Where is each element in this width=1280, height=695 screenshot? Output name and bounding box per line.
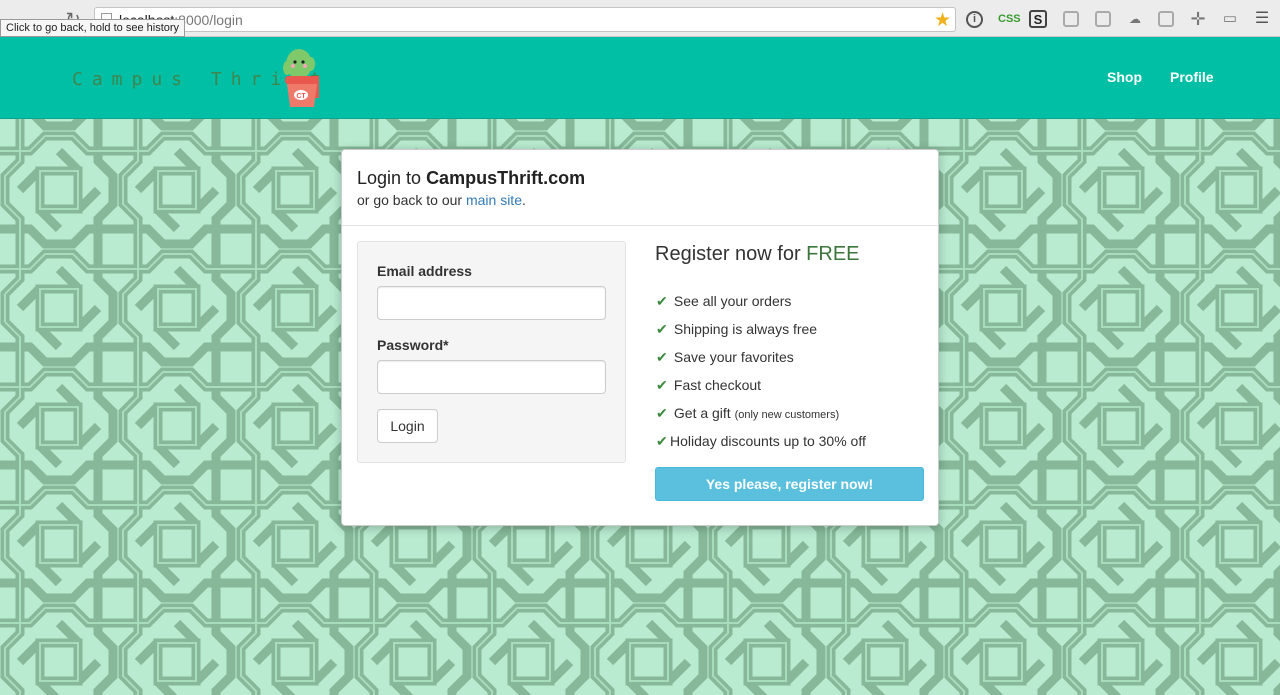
- login-button[interactable]: Login: [377, 409, 438, 443]
- tooltip: Click to go back, hold to see history: [0, 19, 186, 37]
- address-bar[interactable]: localhost:8000/login ★: [94, 7, 956, 32]
- email-field[interactable]: [377, 286, 606, 320]
- nav-profile[interactable]: Profile: [1170, 69, 1214, 85]
- site-header: Campus Thrift CT Shop Profile: [0, 37, 1280, 119]
- register-button[interactable]: Yes please, register now!: [655, 467, 924, 501]
- main-site-link[interactable]: main site: [466, 192, 522, 208]
- password-field[interactable]: [377, 360, 606, 394]
- check-icon: ✔: [656, 321, 668, 337]
- browser-toolbar: ← → ↻ localhost:8000/login ★ i CSS S ☁ ✛…: [0, 0, 1280, 37]
- email-label: Email address: [377, 263, 472, 279]
- crosshair-icon[interactable]: ✛: [1188, 9, 1208, 29]
- list-item: ✔ Shipping is always free: [656, 321, 818, 337]
- mascot-badge: CT: [296, 93, 306, 100]
- bookmark-star-icon[interactable]: ★: [934, 9, 951, 32]
- login-form: Email address Password* Login: [357, 241, 626, 463]
- register-title: Register now for FREE: [655, 243, 860, 265]
- cast-icon[interactable]: ▭: [1220, 9, 1240, 29]
- nav-shop[interactable]: Shop: [1107, 69, 1142, 85]
- panel-subtitle: or go back to our main site.: [357, 192, 526, 208]
- css-icon[interactable]: CSS: [998, 9, 1021, 29]
- panel-heading: Login to CampusThrift.com or go back to …: [342, 150, 938, 226]
- list-item: ✔ See all your orders: [656, 293, 792, 309]
- check-icon: ✔: [656, 377, 668, 393]
- check-icon: ✔: [656, 293, 668, 309]
- check-icon: ✔: [656, 433, 668, 449]
- list-item: ✔ Holiday discounts up to 30% off: [656, 433, 866, 449]
- list-item: ✔ Get a gift (only new customers): [656, 405, 840, 421]
- s-icon[interactable]: S: [1029, 10, 1047, 28]
- list-item: ✔ Save your favorites: [656, 349, 794, 365]
- menu-icon[interactable]: ☰: [1252, 9, 1272, 29]
- dss-icon[interactable]: [1095, 11, 1111, 27]
- login-panel: Login to CampusThrift.com or go back to …: [341, 149, 939, 526]
- page-title: Login to CampusThrift.com: [357, 168, 586, 188]
- cactus-mascot-icon: CT: [283, 49, 319, 107]
- info-icon[interactable]: i: [966, 11, 983, 28]
- check-icon: ✔: [656, 349, 668, 365]
- puzzle-icon[interactable]: [1063, 11, 1079, 27]
- camera-icon[interactable]: [1158, 11, 1174, 27]
- check-icon: ✔: [656, 405, 668, 421]
- list-item: ✔ Fast checkout: [656, 377, 762, 393]
- benefits-list: ✔ See all your orders ✔ Shipping is alwa…: [656, 293, 866, 461]
- cloud-icon[interactable]: ☁: [1125, 9, 1145, 29]
- password-label: Password*: [377, 337, 449, 353]
